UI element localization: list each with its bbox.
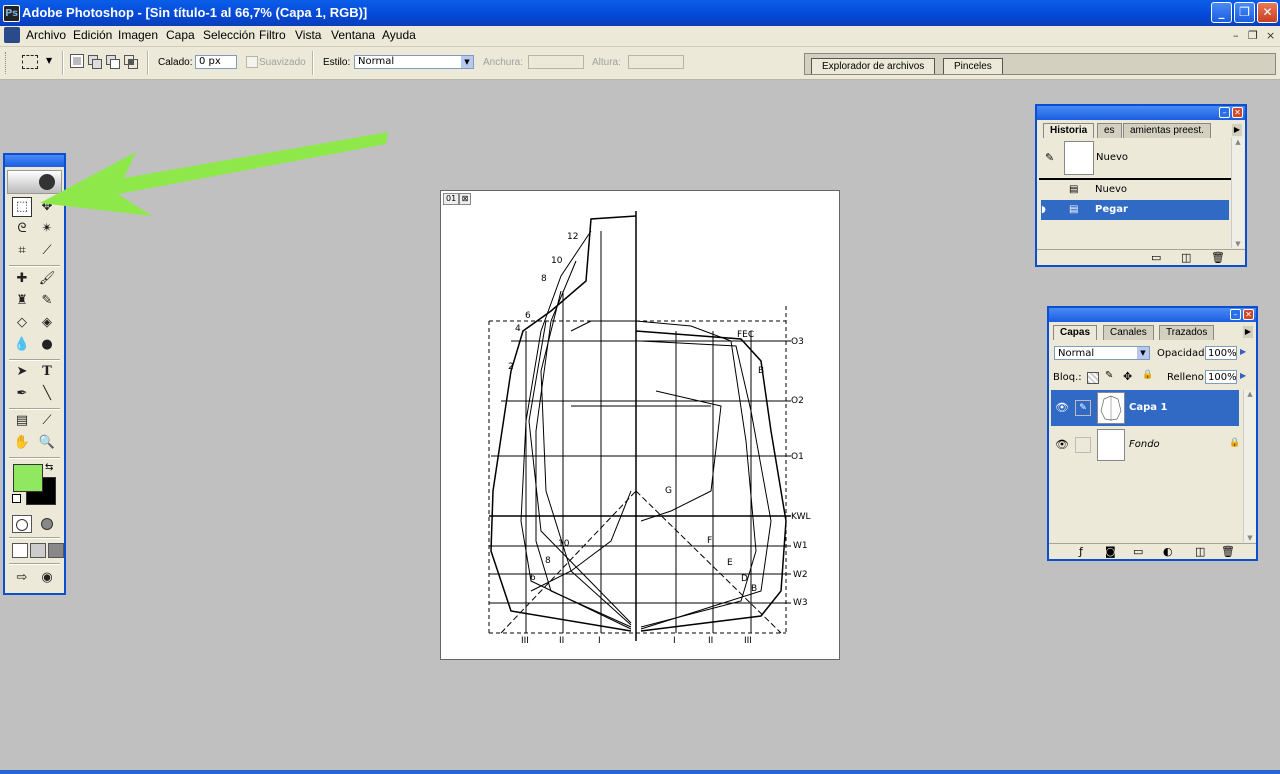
waterline-label-w2: W2	[793, 570, 808, 580]
fill-input[interactable]: 100%	[1205, 370, 1237, 384]
layers-panel-close-button[interactable]: ✕	[1243, 309, 1254, 320]
history-menu-icon[interactable]: ▶	[1232, 124, 1242, 136]
lock-icon: 🔒	[1229, 438, 1241, 448]
layer-name: Capa 1	[1129, 402, 1168, 413]
ship-body-plan-drawing: 12 10 8 6 4 2 O3 O2 O1 KWL W1 W2 W3 III …	[488, 211, 811, 646]
waterline-label-kwl: KWL	[791, 512, 811, 522]
station-label-6: 6	[525, 311, 531, 321]
trash-icon[interactable]: 🗑	[1221, 545, 1235, 558]
lock-transparency-icon[interactable]	[1087, 372, 1099, 384]
brush-link-icon[interactable]	[1075, 437, 1091, 453]
tab-herramientas-preestablecidas[interactable]: amientas preest.	[1123, 123, 1211, 138]
station-label-4: 4	[515, 324, 521, 334]
station-label-12: 12	[567, 232, 578, 242]
chevron-down-icon[interactable]: ▼	[1137, 347, 1149, 359]
trash-icon[interactable]: 🗑	[1211, 251, 1225, 264]
document-canvas[interactable]: 01 ⊠ 12 10 8 6 4 2 O3 O2 O1 KWL W1 W2 W3…	[440, 190, 840, 660]
new-group-icon[interactable]: ▭	[1133, 545, 1143, 558]
tab-capas[interactable]: Capas	[1053, 325, 1098, 340]
buttock-label-right-3: III	[744, 636, 752, 646]
opacity-label: Opacidad:	[1157, 348, 1208, 359]
layers-panel-title-bar[interactable]	[1049, 308, 1256, 322]
adjustment-layer-icon[interactable]: ◐	[1163, 545, 1173, 558]
tab-historia[interactable]: Historia	[1043, 123, 1095, 138]
taskbar-strip	[0, 770, 1280, 774]
buttock-label-left-1: I	[598, 636, 601, 646]
layers-panel-minimize-button[interactable]: –	[1230, 309, 1241, 320]
history-panel-title-bar[interactable]	[1037, 106, 1245, 120]
buttock-label-right-1: I	[673, 636, 676, 646]
layer-row-capa-1[interactable]: 👁 ✎ Capa 1	[1051, 390, 1239, 426]
history-panel-close-button[interactable]: ✕	[1232, 107, 1243, 118]
station-label-8: 8	[541, 274, 547, 284]
history-state-marker-icon: ◗	[1041, 205, 1046, 215]
history-brush-source-icon[interactable]: ✎	[1045, 151, 1054, 164]
inner-label-b-bottom: B	[751, 584, 757, 594]
inner-label-b-top: B	[758, 366, 764, 376]
history-panel: – ✕ Historia es amientas preest. ▶ ✎ Nue…	[1035, 104, 1247, 267]
buttock-label-right-2: II	[708, 636, 713, 646]
history-panel-footer: ▭ ◫ 🗑	[1037, 249, 1245, 266]
opacity-input[interactable]: 100%	[1205, 346, 1237, 360]
fill-label: Relleno:	[1167, 372, 1208, 383]
fill-slider-arrow-icon[interactable]: ▶	[1240, 371, 1246, 380]
layer-thumbnail	[1097, 392, 1125, 424]
inner-label-f: F	[707, 536, 712, 546]
history-state-pegar[interactable]: ◗ ▤ Pegar	[1041, 200, 1229, 220]
history-state-icon: ▤	[1069, 184, 1079, 195]
layer-thumbnail	[1097, 429, 1125, 461]
layers-panel: – ✕ Capas Canales Trazados ▶ Normal ▼ Op…	[1047, 306, 1258, 561]
top-right-letters: FEC	[737, 330, 754, 340]
waterline-label-o1: O1	[791, 452, 804, 462]
layer-row-fondo[interactable]: 👁 Fondo 🔒	[1051, 427, 1241, 463]
inner-label-d: D	[741, 574, 748, 584]
eye-icon[interactable]: 👁	[1055, 438, 1069, 451]
inner-label-e: E	[727, 558, 733, 568]
lock-label: Bloq.:	[1053, 372, 1082, 383]
history-snapshot[interactable]: ✎ Nuevo	[1039, 138, 1231, 180]
tab-canales[interactable]: Canales	[1103, 325, 1154, 340]
snapshot-thumbnail	[1064, 141, 1094, 175]
buttock-label-left-2: II	[559, 636, 564, 646]
lock-pixels-icon[interactable]: ✎	[1105, 370, 1113, 381]
station-label-2: 2	[508, 362, 514, 372]
inner-label-g: G	[665, 486, 672, 496]
history-panel-minimize-button[interactable]: –	[1219, 107, 1230, 118]
layers-panel-footer: ƒ ◙ ▭ ◐ ◫ 🗑	[1049, 543, 1256, 560]
history-state-label: Pegar	[1095, 204, 1128, 215]
waterline-label-w1: W1	[793, 541, 808, 551]
buttock-label-left-3: III	[521, 636, 529, 646]
history-state-label: Nuevo	[1095, 184, 1128, 195]
waterline-label-w3: W3	[793, 598, 808, 608]
inner-label-6: 6	[530, 573, 536, 583]
layers-menu-icon[interactable]: ▶	[1243, 326, 1253, 338]
brush-link-icon[interactable]: ✎	[1075, 400, 1091, 416]
new-snapshot-icon[interactable]: ◫	[1181, 251, 1191, 264]
history-state-icon: ▤	[1069, 204, 1079, 215]
eye-icon[interactable]: 👁	[1055, 401, 1069, 414]
tab-trazados[interactable]: Trazados	[1159, 325, 1215, 340]
inner-label-10: 10	[558, 539, 570, 549]
new-layer-icon[interactable]: ◫	[1195, 545, 1205, 558]
history-scrollbar[interactable]: ▲ ▼	[1231, 138, 1244, 248]
waterline-label-o2: O2	[791, 396, 804, 406]
inner-label-8: 8	[545, 556, 551, 566]
history-state-nuevo[interactable]: ▤ Nuevo	[1041, 180, 1229, 200]
snapshot-label: Nuevo	[1096, 152, 1129, 163]
tab-acciones[interactable]: es	[1097, 123, 1122, 138]
arrow-shape	[40, 132, 388, 216]
layers-scrollbar[interactable]: ▲ ▼	[1243, 390, 1256, 542]
station-label-10: 10	[551, 256, 563, 266]
layer-name: Fondo	[1129, 439, 1160, 450]
lock-position-icon[interactable]: ✥	[1123, 370, 1132, 383]
blend-mode-select[interactable]: Normal ▼	[1054, 346, 1150, 360]
opacity-slider-arrow-icon[interactable]: ▶	[1240, 347, 1246, 356]
new-document-from-state-icon[interactable]: ▭	[1151, 251, 1161, 264]
layer-style-icon[interactable]: ƒ	[1079, 545, 1083, 558]
waterline-label-o3: O3	[791, 337, 804, 347]
blend-mode-value: Normal	[1058, 348, 1095, 359]
layer-mask-icon[interactable]: ◙	[1105, 545, 1116, 558]
lock-all-icon[interactable]: 🔒	[1142, 370, 1153, 380]
